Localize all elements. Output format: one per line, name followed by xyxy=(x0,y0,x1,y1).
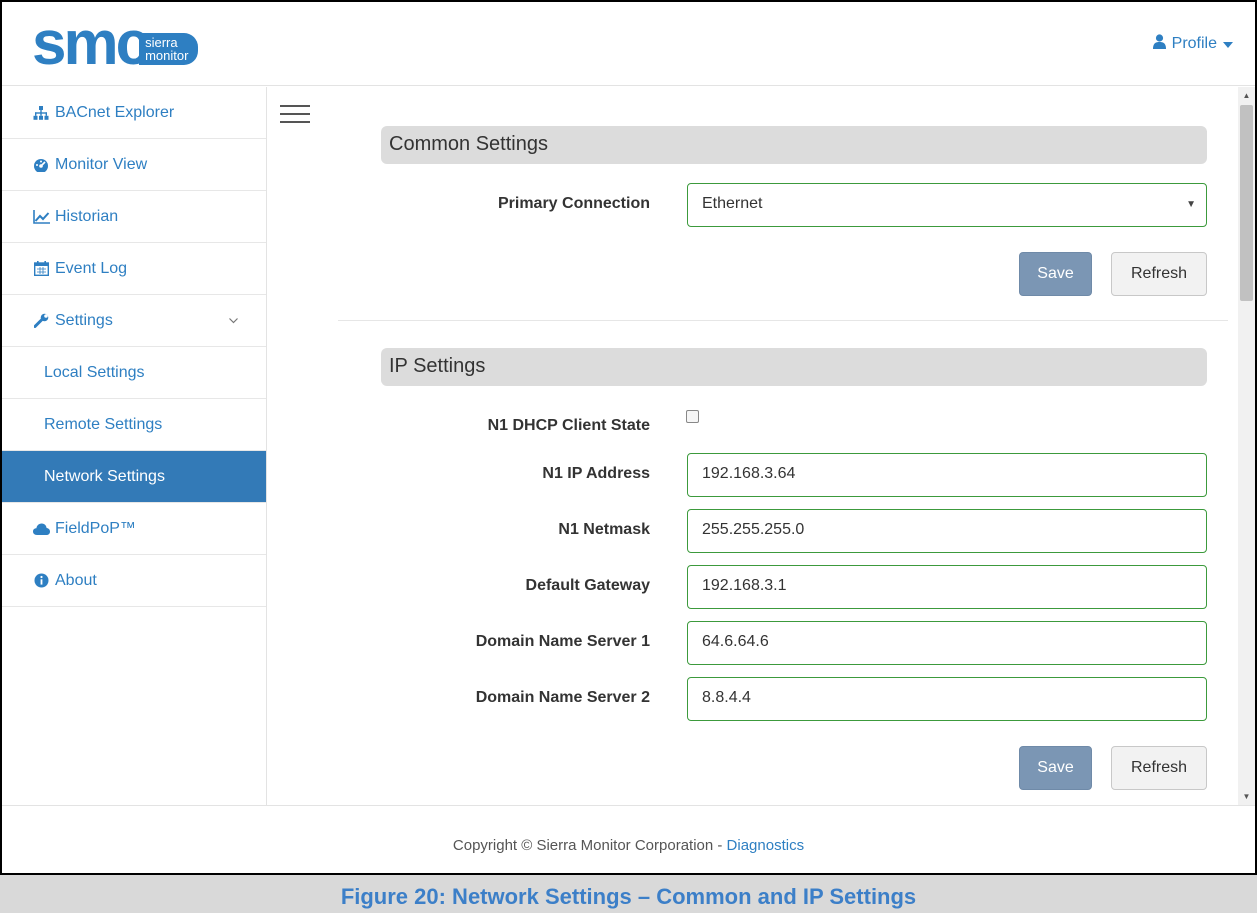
common-refresh-button[interactable]: Refresh xyxy=(1111,252,1207,296)
sidebar-item-label: FieldPoP™ xyxy=(55,519,136,537)
common-settings-heading: Common Settings xyxy=(381,126,1207,164)
common-save-button[interactable]: Save xyxy=(1019,252,1092,296)
primary-connection-label: Primary Connection xyxy=(497,195,650,212)
top-navbar: smc sierra monitor Profile xyxy=(2,2,1255,86)
section-divider xyxy=(338,320,1228,321)
sidebar-item-event-log[interactable]: Event Log xyxy=(2,243,266,295)
sidebar-item-label: Local Settings xyxy=(44,363,145,381)
ip-address-input[interactable]: 192.168.3.64 xyxy=(687,453,1207,497)
dns1-value: 64.6.64.6 xyxy=(702,633,769,650)
logo-text: smc xyxy=(32,9,150,78)
netmask-value: 255.255.255.0 xyxy=(702,521,805,538)
dns1-input[interactable]: 64.6.64.6 xyxy=(687,621,1207,665)
wrench-icon xyxy=(32,313,50,328)
scrollbar-thumb[interactable] xyxy=(1240,105,1253,301)
profile-label: Profile xyxy=(1171,35,1217,52)
profile-dropdown[interactable]: Profile xyxy=(1152,34,1233,54)
sidebar-item-label: Monitor View xyxy=(55,155,148,173)
diagnostics-link[interactable]: Diagnostics xyxy=(727,837,805,854)
ip-address-value: 192.168.3.64 xyxy=(702,465,796,482)
cloud-icon xyxy=(32,523,50,535)
dhcp-client-state-label: N1 DHCP Client State xyxy=(487,417,650,434)
sidebar-item-label: Network Settings xyxy=(44,467,165,485)
page-footer: Copyright © Sierra Monitor Corporation -… xyxy=(2,805,1255,873)
caret-down-icon xyxy=(1223,35,1233,53)
dashboard-icon xyxy=(32,158,50,172)
default-gateway-input[interactable]: 192.168.3.1 xyxy=(687,565,1207,609)
sidebar-item-local-settings[interactable]: Local Settings xyxy=(2,347,266,399)
scroll-down-arrow-icon[interactable]: ▼ xyxy=(1238,788,1255,805)
ip-save-button[interactable]: Save xyxy=(1019,746,1092,790)
sidebar-item-fieldpop[interactable]: FieldPoP™ xyxy=(2,503,266,555)
screenshot-frame: smc sierra monitor Profile BACnet Explor… xyxy=(0,0,1257,913)
logo-sub-line-1: sierra xyxy=(145,34,178,50)
dhcp-client-state-checkbox[interactable] xyxy=(686,410,699,423)
ip-settings-heading: IP Settings xyxy=(381,348,1207,386)
sidebar-item-label: BACnet Explorer xyxy=(55,103,175,121)
scroll-up-arrow-icon[interactable]: ▲ xyxy=(1238,87,1255,104)
vertical-scrollbar[interactable]: ▲ ▼ xyxy=(1238,87,1255,805)
sidebar-item-label: About xyxy=(55,571,97,589)
sidebar-item-label: Event Log xyxy=(55,259,128,277)
sidebar-item-label: Remote Settings xyxy=(44,415,163,433)
dns1-label: Domain Name Server 1 xyxy=(475,633,650,650)
default-gateway-label: Default Gateway xyxy=(525,577,650,594)
sitemap-icon xyxy=(32,105,50,120)
sidebar-item-label: Settings xyxy=(55,311,113,329)
primary-connection-value: Ethernet xyxy=(702,195,763,212)
info-icon xyxy=(32,573,50,588)
sidebar-item-historian[interactable]: Historian xyxy=(2,191,266,243)
figure-caption: Figure 20: Network Settings – Common and… xyxy=(0,873,1257,913)
dns2-input[interactable]: 8.8.4.4 xyxy=(687,677,1207,721)
caret-down-icon: ▼ xyxy=(1186,199,1196,210)
chevron-down-icon xyxy=(229,313,238,327)
dns2-label: Domain Name Server 2 xyxy=(475,689,650,706)
user-icon xyxy=(1152,34,1166,54)
ip-refresh-button[interactable]: Refresh xyxy=(1111,746,1207,790)
copyright-text: Copyright © Sierra Monitor Corporation - xyxy=(452,837,727,854)
ip-address-label: N1 IP Address xyxy=(542,465,650,482)
sidebar: BACnet Explorer Monitor View Historian E… xyxy=(2,87,267,805)
netmask-input[interactable]: 255.255.255.0 xyxy=(687,509,1207,553)
sidebar-item-remote-settings[interactable]: Remote Settings xyxy=(2,399,266,451)
dns2-value: 8.8.4.4 xyxy=(702,689,751,706)
main-content: Common Settings Primary Connection Ether… xyxy=(268,87,1238,805)
smc-logo[interactable]: smc sierra monitor xyxy=(32,9,199,78)
sidebar-item-network-settings[interactable]: Network Settings xyxy=(2,451,266,503)
logo-subtitle: sierra monitor xyxy=(139,32,199,65)
hamburger-menu-icon[interactable] xyxy=(280,105,310,125)
logo-sub-line-2: monitor xyxy=(145,47,189,63)
netmask-label: N1 Netmask xyxy=(558,521,650,538)
default-gateway-value: 192.168.3.1 xyxy=(702,577,787,594)
sidebar-item-monitor-view[interactable]: Monitor View xyxy=(2,139,266,191)
line-chart-icon xyxy=(32,209,50,224)
calendar-icon xyxy=(32,261,50,276)
sidebar-item-about[interactable]: About xyxy=(2,555,266,607)
sidebar-item-settings[interactable]: Settings xyxy=(2,295,266,347)
primary-connection-select[interactable]: Ethernet ▼ xyxy=(687,183,1207,227)
sidebar-item-bacnet-explorer[interactable]: BACnet Explorer xyxy=(2,87,266,139)
sidebar-item-label: Historian xyxy=(55,207,119,225)
